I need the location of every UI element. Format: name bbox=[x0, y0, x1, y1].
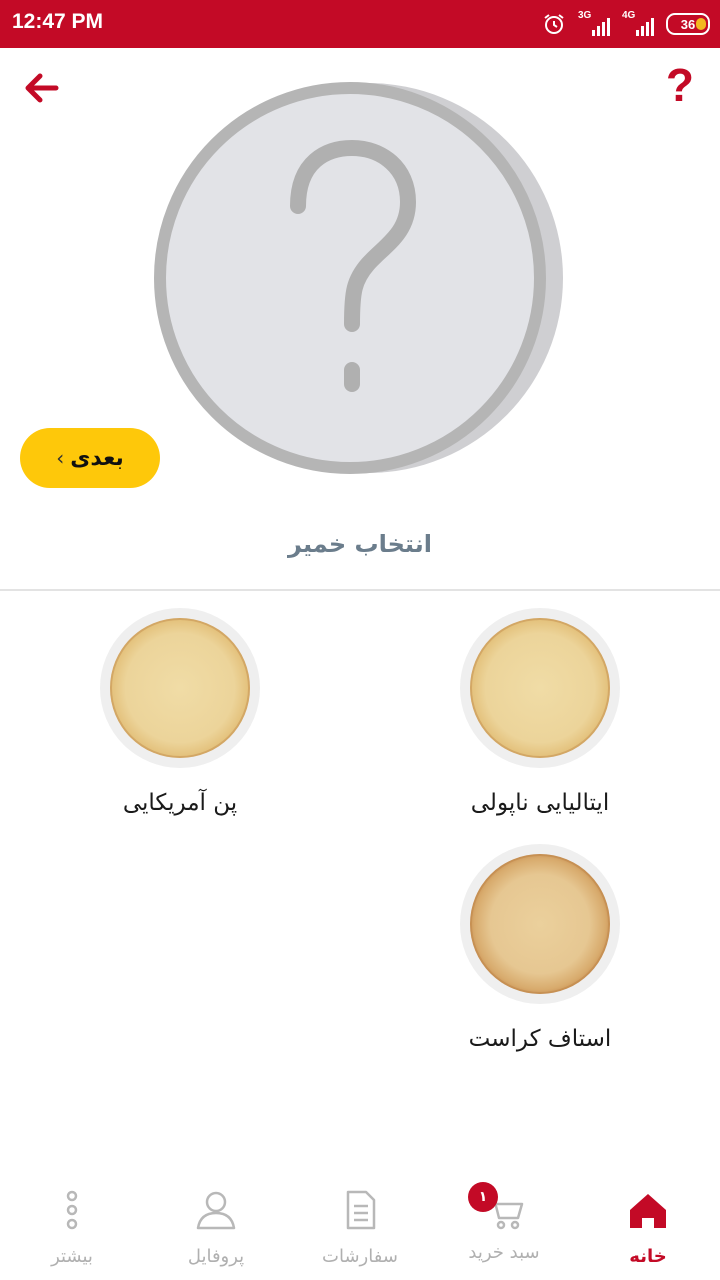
arrow-left-icon[interactable] bbox=[22, 70, 62, 106]
signal-3g-icon: 3G bbox=[578, 10, 610, 36]
nav-orders[interactable]: سفارشات bbox=[288, 1180, 432, 1280]
nav-label: بیشتر bbox=[51, 1246, 93, 1267]
more-icon bbox=[66, 1190, 78, 1230]
nav-more[interactable]: بیشتر bbox=[0, 1180, 144, 1280]
divider bbox=[0, 589, 720, 591]
dough-label: ایتالیایی ناپولی bbox=[470, 790, 610, 816]
pizza-preview-placeholder bbox=[154, 82, 563, 474]
status-bar: 12:47 PM 3G 4G 36 bbox=[0, 0, 720, 48]
dough-label: استاف کراست bbox=[468, 1026, 612, 1052]
section-title: انتخاب خمیر bbox=[288, 530, 432, 558]
profile-icon bbox=[196, 1191, 236, 1230]
nav-cart[interactable]: ۱ سبد خرید bbox=[432, 1180, 576, 1280]
cart-badge: ۱ bbox=[468, 1182, 498, 1212]
battery-level: 36 bbox=[680, 16, 696, 32]
nav-label: پروفایل bbox=[187, 1246, 245, 1267]
dough-option-pan[interactable]: پن آمریکایی bbox=[60, 608, 300, 816]
signal-4g-icon: 4G bbox=[622, 10, 654, 36]
next-button-label: بعدی bbox=[70, 445, 124, 471]
alarm-icon bbox=[544, 14, 564, 34]
nav-label: خانه bbox=[629, 1246, 667, 1267]
network-label-4g: 4G bbox=[622, 10, 636, 21]
help-button[interactable]: ? bbox=[666, 62, 694, 108]
chevron-left-icon: ‹ bbox=[56, 446, 65, 470]
dough-image bbox=[460, 844, 620, 1004]
dough-image bbox=[460, 608, 620, 768]
status-icons: 3G 4G 36 bbox=[542, 10, 710, 38]
dough-option-napoli[interactable]: ایتالیایی ناپولی bbox=[420, 608, 660, 816]
nav-label: سفارشات bbox=[322, 1246, 398, 1267]
bottom-nav: خانه ۱ سبد خرید سفارشات پروفایل بیشتر bbox=[0, 1180, 720, 1280]
nav-label: سبد خرید bbox=[468, 1242, 540, 1263]
battery-icon: 36 bbox=[666, 13, 710, 35]
dough-image bbox=[100, 608, 260, 768]
home-icon bbox=[630, 1194, 666, 1228]
orders-icon bbox=[346, 1190, 376, 1230]
next-button[interactable]: ‹ بعدی bbox=[20, 428, 160, 488]
nav-home[interactable]: خانه bbox=[576, 1180, 720, 1280]
dough-label: پن آمریکایی bbox=[122, 790, 238, 816]
nav-profile[interactable]: پروفایل bbox=[144, 1180, 288, 1280]
network-label-3g: 3G bbox=[578, 10, 592, 21]
status-time: 12:47 PM bbox=[12, 10, 104, 33]
dough-option-stuffed-crust[interactable]: استاف کراست bbox=[420, 844, 660, 1052]
